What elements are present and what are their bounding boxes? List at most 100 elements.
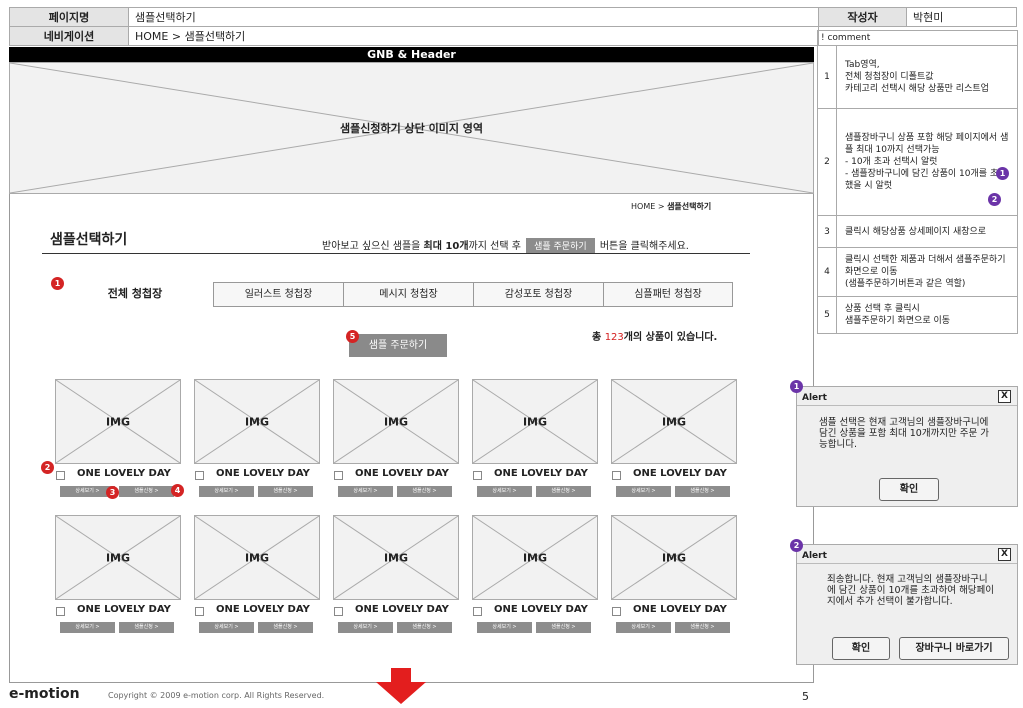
product-checkbox[interactable] (195, 607, 204, 616)
product-checkbox[interactable] (56, 471, 65, 480)
product-name: ONE LOVELY DAY (355, 604, 449, 615)
category-tabs: 전체 청첩장 일러스트 청첩장 메시지 청첩장 감성포토 청첩장 심플패턴 청첩… (57, 282, 733, 307)
comment-badge-1: 1 (996, 167, 1009, 180)
detail-button[interactable]: 상세보기 > (616, 622, 671, 633)
product-name: ONE LOVELY DAY (494, 468, 588, 479)
tab-all[interactable]: 전체 청첩장 (57, 282, 213, 307)
comment-num: 3 (817, 215, 837, 248)
sample-apply-button[interactable]: 샘플신청 > (119, 486, 174, 497)
tab-message[interactable]: 메시지 청첩장 (344, 282, 474, 307)
product-image-label: IMG (522, 551, 548, 564)
count-pre: 총 (592, 332, 605, 343)
product-card: IMG ONE LOVELY DAY 상세보기 > 샘플신청 > (333, 515, 459, 635)
title-divider (42, 253, 750, 254)
company-logo: e-motion (9, 686, 80, 702)
product-card: IMG ONE LOVELY DAY 상세보기 > 샘플신청 > (55, 379, 181, 499)
sample-apply-button[interactable]: 샘플신청 > (119, 622, 174, 633)
product-card: IMG ONE LOVELY DAY 상세보기 > 샘플신청 > (194, 379, 320, 499)
count-post: 개의 상품이 있습니다. (623, 332, 718, 343)
product-image-label: IMG (105, 551, 131, 564)
annotation-badge-2: 2 (41, 461, 54, 474)
product-checkbox[interactable] (612, 607, 621, 616)
product-image[interactable]: IMG (194, 379, 320, 464)
product-checkbox[interactable] (195, 471, 204, 480)
sample-apply-button[interactable]: 샘플신청 > (397, 622, 452, 633)
comment-header: ! comment (817, 30, 1018, 45)
detail-button[interactable]: 상세보기 > (338, 486, 393, 497)
copyright-text: Copyright © 2009 e-motion corp. All Righ… (108, 691, 325, 700)
breadcrumb-home[interactable]: HOME > (631, 202, 665, 211)
product-name: ONE LOVELY DAY (216, 468, 310, 479)
product-name: ONE LOVELY DAY (494, 604, 588, 615)
product-name: ONE LOVELY DAY (633, 604, 727, 615)
close-icon[interactable]: X (998, 548, 1011, 561)
sample-apply-button[interactable]: 샘플신청 > (675, 486, 730, 497)
sample-apply-button[interactable]: 샘플신청 > (258, 486, 313, 497)
close-icon[interactable]: X (998, 390, 1011, 403)
annotation-badge-5: 5 (346, 330, 359, 343)
product-image-label: IMG (383, 551, 409, 564)
page-number: 5 (802, 690, 809, 703)
product-card: IMG ONE LOVELY DAY 상세보기 > 샘플신청 > (333, 379, 459, 499)
alert-ok-button[interactable]: 확인 (832, 637, 890, 660)
detail-button[interactable]: 상세보기 > (616, 486, 671, 497)
detail-button[interactable]: 상세보기 > (199, 486, 254, 497)
product-image-label: IMG (522, 415, 548, 428)
breadcrumb-current: 샘플선택하기 (667, 202, 712, 211)
product-image[interactable]: IMG (472, 379, 598, 464)
product-checkbox[interactable] (473, 607, 482, 616)
product-image[interactable]: IMG (194, 515, 320, 600)
detail-button[interactable]: 상세보기 > (60, 622, 115, 633)
tab-photo[interactable]: 감성포토 청첩장 (474, 282, 604, 307)
product-card: IMG ONE LOVELY DAY 상세보기 > 샘플신청 > (472, 515, 598, 635)
product-card: IMG ONE LOVELY DAY 상세보기 > 샘플신청 > (611, 515, 737, 635)
comment-num: 4 (817, 247, 837, 297)
alert-ok-button[interactable]: 확인 (879, 478, 939, 501)
detail-button[interactable]: 상세보기 > (199, 622, 254, 633)
product-card: IMG ONE LOVELY DAY 상세보기 > 샘플신청 > (55, 515, 181, 635)
detail-button[interactable]: 상세보기 > (338, 622, 393, 633)
product-image[interactable]: IMG (472, 515, 598, 600)
detail-button[interactable]: 상세보기 > (477, 622, 532, 633)
product-image-label: IMG (661, 551, 687, 564)
product-checkbox[interactable] (334, 607, 343, 616)
product-image[interactable]: IMG (333, 379, 459, 464)
go-cart-button[interactable]: 장바구니 바로가기 (899, 637, 1009, 660)
product-image[interactable]: IMG (333, 515, 459, 600)
author-value: 박현미 (906, 7, 1017, 27)
comment-text: 클릭시 해당상품 상세페이지 새창으로 (836, 215, 1018, 248)
guide-text: 받아보고 싶으신 샘플을 최대 10개까지 선택 후 샘플 주문하기 버튼을 클… (322, 237, 689, 253)
guide-order-button[interactable]: 샘플 주문하기 (526, 238, 595, 253)
product-image-label: IMG (105, 415, 131, 428)
tab-illust[interactable]: 일러스트 청첩장 (213, 282, 344, 307)
page-name-value: 샘플선택하기 (128, 7, 819, 27)
sample-apply-button[interactable]: 샘플신청 > (675, 622, 730, 633)
product-image[interactable]: IMG (611, 379, 737, 464)
comment-badge-2: 2 (988, 193, 1001, 206)
product-image[interactable]: IMG (611, 515, 737, 600)
annotation-badge-4: 4 (171, 484, 184, 497)
product-checkbox[interactable] (473, 471, 482, 480)
product-image-label: IMG (661, 415, 687, 428)
sample-order-button[interactable]: 샘플 주문하기 (349, 334, 447, 357)
comment-text: 샘플장바구니 상품 포함 해당 페이지에서 샘플 최대 10까지 선택가능 - 1… (836, 108, 1018, 216)
sample-apply-button[interactable]: 샘플신청 > (536, 486, 591, 497)
author-label: 작성자 (818, 7, 907, 27)
alert-badge-1: 1 (790, 380, 803, 393)
product-image[interactable]: IMG (55, 379, 181, 464)
guide-pre: 받아보고 싶으신 샘플을 (322, 241, 424, 252)
hero-image-placeholder: 샘플신청하기 상단 이미지 영역 (9, 62, 814, 194)
tab-pattern[interactable]: 심플패턴 청첩장 (604, 282, 733, 307)
alert-dialog-1: Alert X 샘플 선택은 현재 고객님의 샘플장바구니에 담긴 상품을 포함… (796, 386, 1018, 507)
alert-message: 죄송합니다. 현재 고객님의 샘플장바구니에 담긴 상품이 10개를 초과하여 … (827, 574, 995, 607)
product-checkbox[interactable] (612, 471, 621, 480)
detail-button[interactable]: 상세보기 > (477, 486, 532, 497)
breadcrumb: HOME > 샘플선택하기 (631, 201, 711, 212)
page-title: 샘플선택하기 (50, 232, 128, 248)
sample-apply-button[interactable]: 샘플신청 > (258, 622, 313, 633)
product-image[interactable]: IMG (55, 515, 181, 600)
product-checkbox[interactable] (334, 471, 343, 480)
sample-apply-button[interactable]: 샘플신청 > (397, 486, 452, 497)
product-checkbox[interactable] (56, 607, 65, 616)
sample-apply-button[interactable]: 샘플신청 > (536, 622, 591, 633)
